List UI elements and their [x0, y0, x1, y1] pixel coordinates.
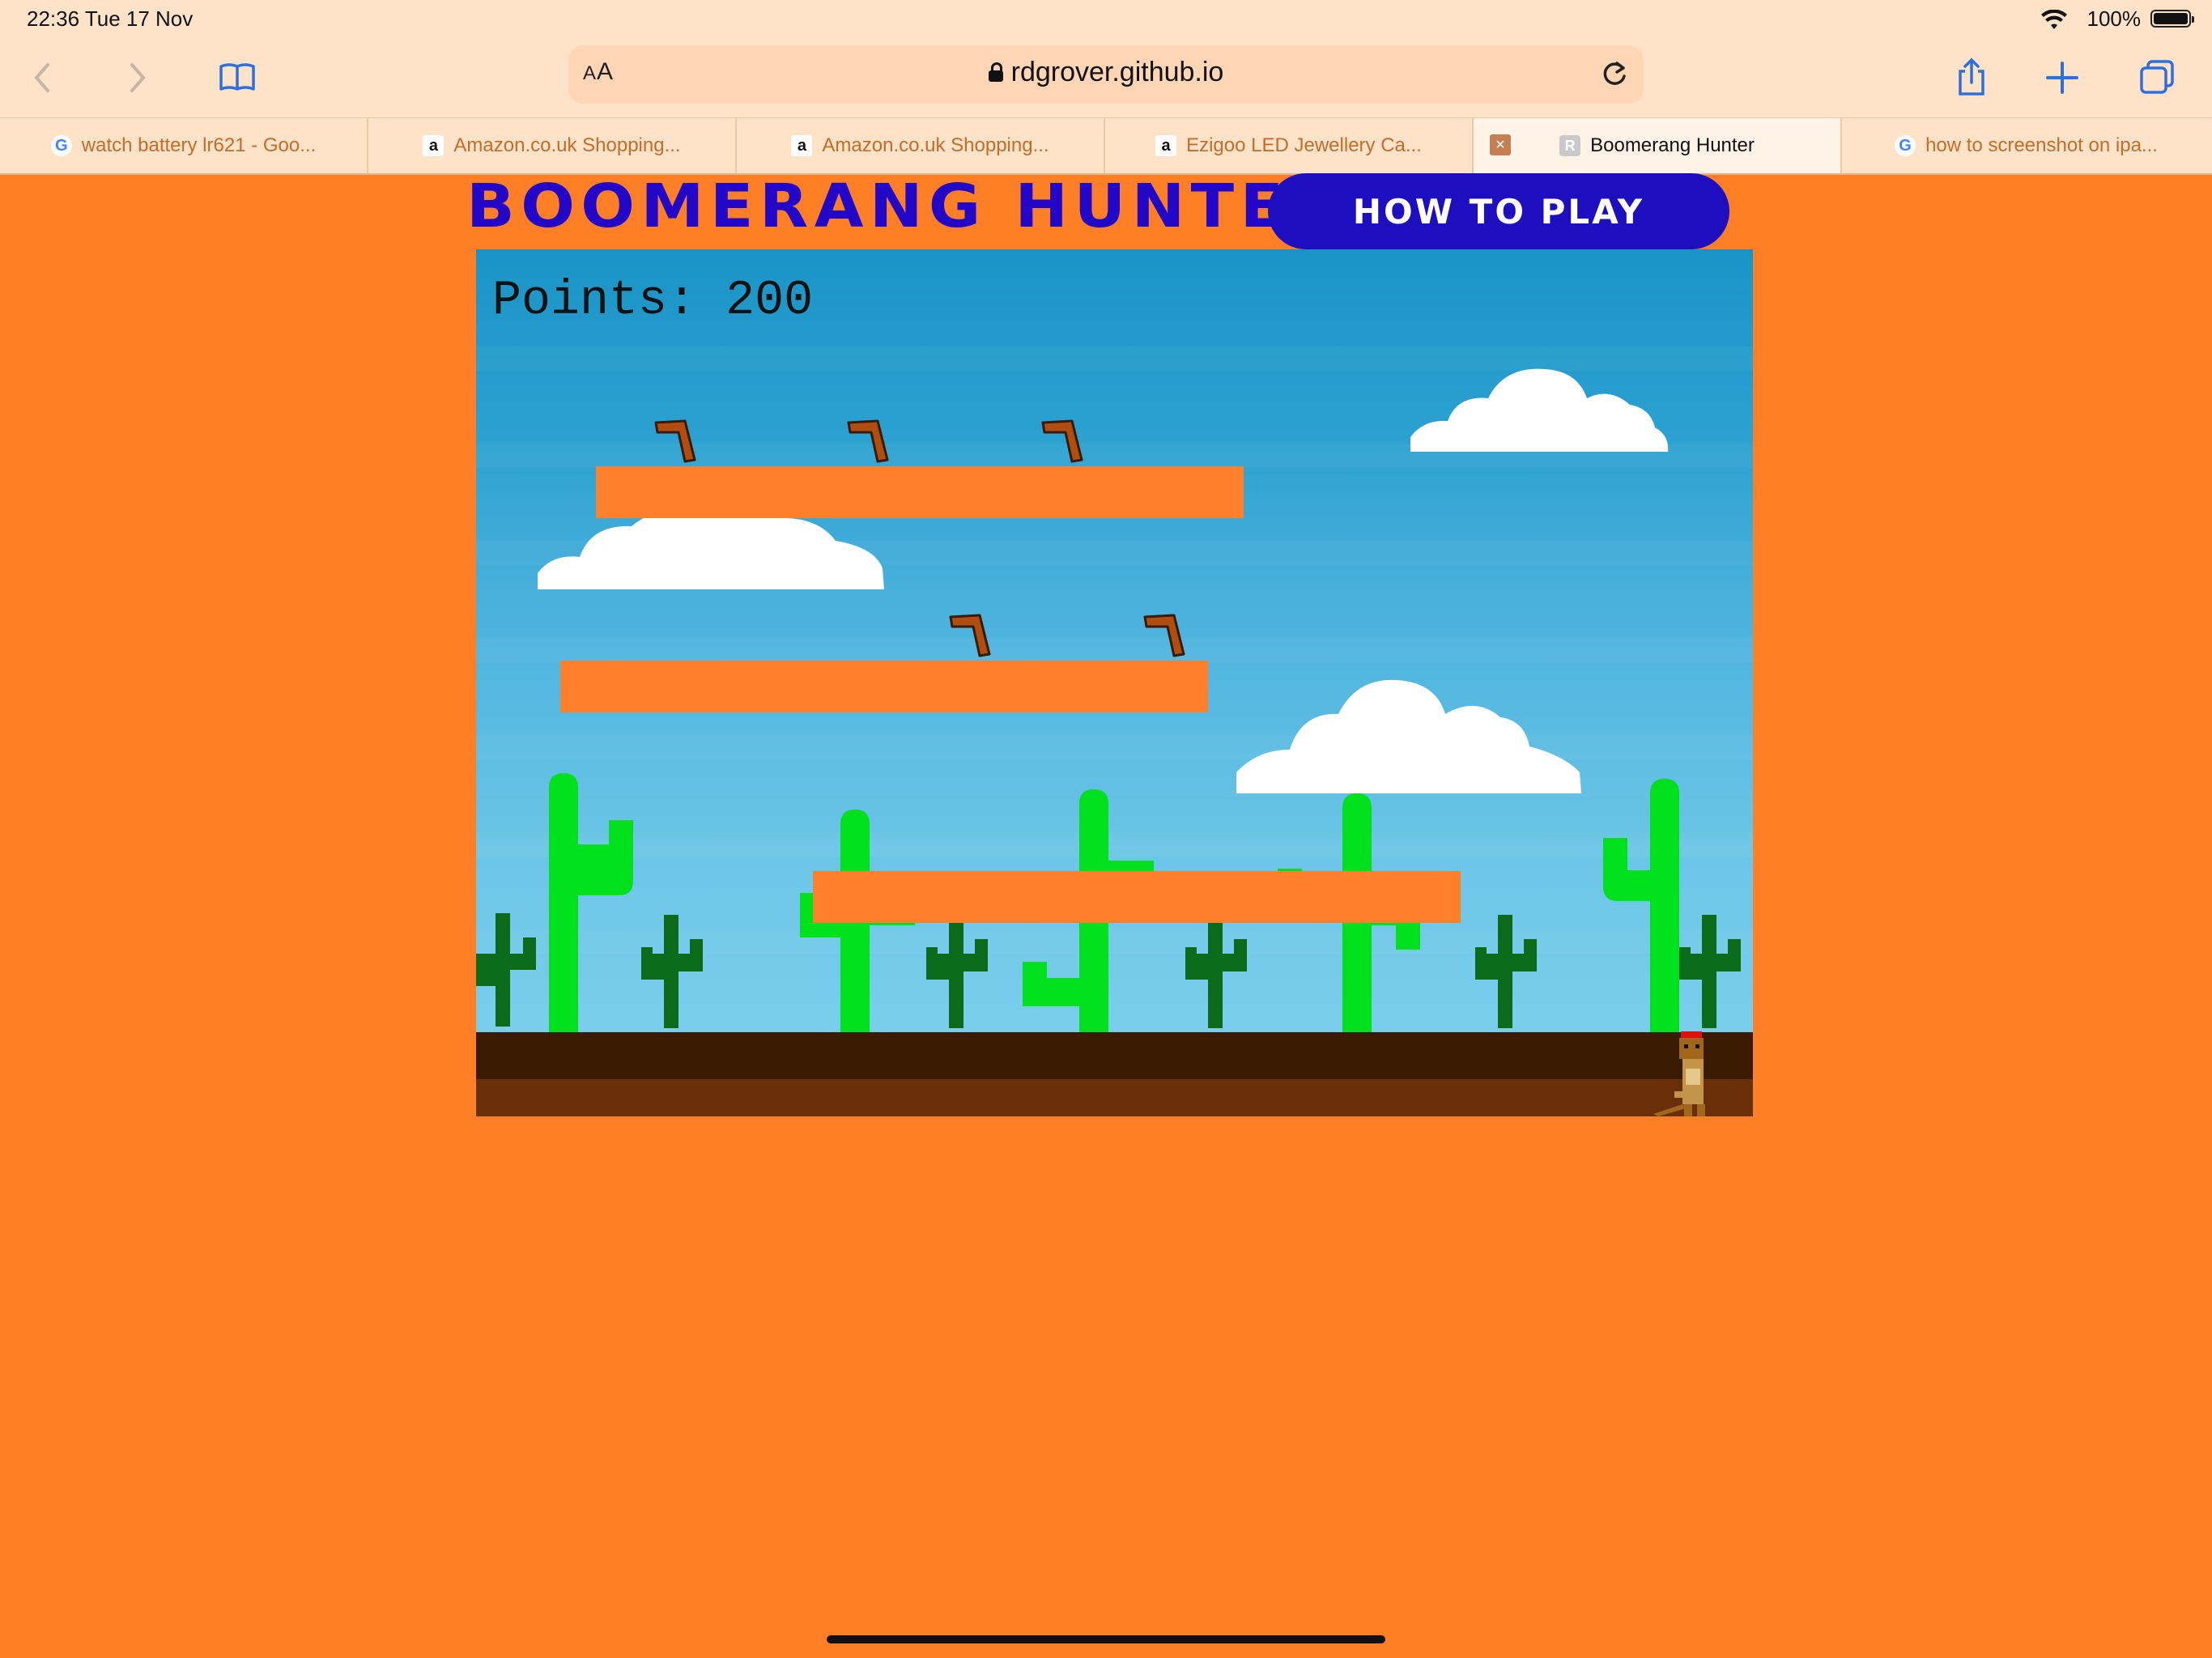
google-icon: G	[1895, 135, 1916, 156]
status-bar: 22:36 Tue 17 Nov 100%	[0, 0, 2212, 37]
amazon-icon: a	[423, 135, 445, 156]
kangaroo-player-icon	[1653, 1031, 1705, 1116]
how-to-play-button[interactable]: HOW TO PLAY	[1268, 173, 1729, 249]
tabs-overview-icon[interactable]	[2129, 52, 2186, 104]
amazon-icon: a	[791, 135, 813, 156]
safari-toolbar: AA rdgrover.github.io	[0, 40, 2212, 121]
site-favicon-icon: R	[1559, 135, 1581, 156]
platform	[813, 871, 1461, 923]
lock-icon	[988, 62, 1003, 82]
tab-amazon-1[interactable]: a Amazon.co.uk Shopping...	[368, 118, 737, 173]
status-time: 22:36 Tue 17 Nov	[27, 6, 194, 31]
boomerang-icon	[1143, 614, 1185, 657]
ground-topsoil	[476, 1032, 1753, 1079]
google-icon: G	[50, 135, 72, 156]
boomerang-icon	[949, 614, 991, 657]
share-icon[interactable]	[1943, 52, 2000, 104]
platform	[596, 466, 1244, 518]
boomerang-icon	[847, 419, 889, 463]
back-icon[interactable]	[15, 52, 71, 104]
page-title: BOOMERANG HUNTER	[466, 172, 1345, 241]
tab-boomerang-hunter[interactable]: R Boomerang Hunter	[1474, 118, 1842, 173]
bookmarks-icon[interactable]	[209, 52, 266, 104]
battery-icon	[2150, 10, 2194, 28]
address-bar[interactable]: AA rdgrover.github.io	[568, 45, 1644, 104]
boomerang-icon	[654, 419, 696, 463]
game-canvas[interactable]: Points: 200	[476, 249, 1753, 1116]
new-tab-icon[interactable]	[2034, 52, 2091, 104]
ground-dirt	[476, 1079, 1753, 1116]
reload-icon[interactable]	[1597, 57, 1632, 92]
url-host: rdgrover.github.io	[1010, 57, 1224, 87]
platform	[560, 661, 1208, 712]
tab-amazon-2[interactable]: a Amazon.co.uk Shopping...	[737, 118, 1105, 173]
forward-icon[interactable]	[108, 52, 165, 104]
boomerang-icon	[1041, 419, 1083, 463]
home-indicator	[827, 1635, 1385, 1643]
battery-percentage: 100%	[2087, 6, 2142, 31]
browser-chrome: 22:36 Tue 17 Nov 100% AA rdgrover.github…	[0, 0, 2212, 175]
tab-bar: G watch battery lr621 - Goo... a Amazon.…	[0, 117, 2212, 175]
tab-watch-battery[interactable]: G watch battery lr621 - Goo...	[0, 118, 368, 173]
wifi-icon	[2041, 10, 2067, 29]
tab-screenshot-ipad[interactable]: G how to screenshot on ipa...	[1842, 118, 2210, 173]
tab-ezigoo[interactable]: a Ezigoo LED Jewellery Ca...	[1105, 118, 1474, 173]
close-tab-icon[interactable]: ×	[1490, 134, 1511, 155]
amazon-icon: a	[1155, 135, 1177, 156]
